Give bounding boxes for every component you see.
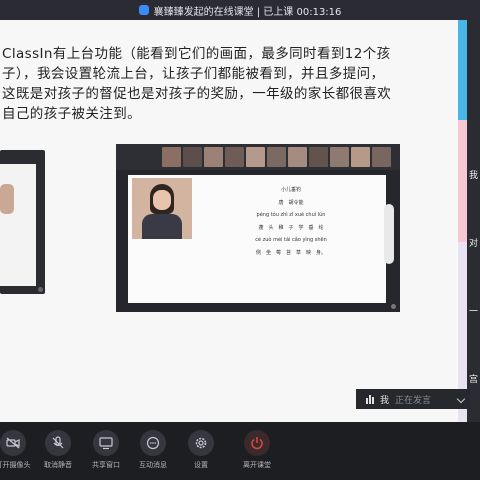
student-video-tile bbox=[330, 147, 349, 167]
poem-pinyin: cè zuò méi tái cǎo yìng shēn bbox=[255, 237, 327, 243]
poem-line: 侧 坐 莓 苔 草 映 身。 bbox=[255, 249, 326, 256]
slide-text: ClassIn有上台功能（能看到它们的画面，最多同时看到12个孩 子），我会设置… bbox=[2, 44, 442, 124]
chevron-down-icon bbox=[456, 394, 466, 404]
share-window-label: 共享窗口 bbox=[92, 461, 120, 469]
mute-button[interactable]: 取消静音 bbox=[33, 430, 83, 470]
student-video-tile bbox=[351, 147, 370, 167]
mute-button-label: 取消静音 bbox=[44, 461, 72, 469]
student-image bbox=[0, 184, 14, 214]
active-speaker-indicator[interactable]: 我 正在发言 bbox=[356, 389, 470, 409]
classroom-screenshot: 小儿垂钓 唐 胡令能 péng tóu zhì zǐ xué chuí lún … bbox=[116, 144, 400, 312]
camera-off-icon bbox=[0, 430, 26, 456]
corner-dot-icon bbox=[38, 287, 43, 292]
window-title: 襄臻臻发起的在线课堂 | 已上课 00:13:16 bbox=[153, 6, 342, 18]
phone-screenshot-thumbnail bbox=[0, 150, 45, 294]
poem-text: 小儿垂钓 唐 胡令能 péng tóu zhì zǐ xué chuí lún … bbox=[206, 184, 376, 259]
screen-share-icon bbox=[93, 430, 119, 456]
poem-pinyin: péng tóu zhì zǐ xué chuí lún bbox=[256, 212, 326, 218]
speaker-name: 我 bbox=[380, 395, 390, 406]
shared-slide: ClassIn有上台功能（能看到它们的画面，最多同时看到12个孩 子），我会设置… bbox=[0, 20, 458, 422]
student-video-strip bbox=[116, 144, 400, 170]
share-window-button[interactable]: 共享窗口 bbox=[81, 430, 131, 470]
chat-button-label: 互动消息 bbox=[139, 461, 167, 469]
edge-label: 一 bbox=[469, 307, 479, 317]
audio-level-icon bbox=[366, 394, 374, 404]
slide-line: 子），我会设置轮流上台，让孩子们都能被看到，并且多提问， bbox=[2, 66, 385, 82]
corner-dot-icon bbox=[391, 304, 396, 309]
edge-label: 对 bbox=[469, 239, 479, 249]
slide-line: ClassIn有上台功能（能看到它们的画面，最多同时看到12个孩 bbox=[2, 46, 391, 62]
screenshot-content bbox=[0, 164, 36, 286]
camera-app-icon bbox=[138, 5, 149, 15]
chat-button[interactable]: 互动消息 bbox=[128, 430, 178, 470]
student-video-tile bbox=[288, 147, 307, 167]
slide-line: 自己的孩子被关注到。 bbox=[2, 106, 141, 122]
edge-label: 宫 bbox=[469, 375, 479, 385]
student-video-tile bbox=[225, 147, 244, 167]
student-video-large bbox=[132, 178, 192, 239]
student-video-tile bbox=[246, 147, 265, 167]
right-edge-panel: 我 对 一 宫 bbox=[458, 20, 480, 422]
gear-icon bbox=[188, 430, 214, 456]
leave-class-label: 离开课堂 bbox=[243, 461, 271, 469]
settings-button-label: 设置 bbox=[194, 461, 208, 469]
poem-author: 唐 胡令能 bbox=[278, 199, 304, 206]
bottom-toolbar: 打开摄像头 取消静音 共享窗口 互动消息 设置 bbox=[0, 422, 480, 480]
student-video-tile bbox=[183, 147, 202, 167]
poem-line: 蓬 头 稚 子 学 垂 纶 bbox=[258, 224, 324, 231]
leave-class-button[interactable]: 离开课堂 bbox=[232, 430, 282, 470]
student-video-tile bbox=[162, 147, 181, 167]
power-icon bbox=[244, 430, 270, 456]
classroom-window: 襄臻臻发起的在线课堂 | 已上课 00:13:16 ClassIn有上台功能（能… bbox=[0, 0, 480, 480]
chat-icon bbox=[140, 430, 166, 456]
edge-label: 我 bbox=[469, 171, 479, 181]
student-video-tile bbox=[309, 147, 328, 167]
title-bar: 襄臻臻发起的在线课堂 | 已上课 00:13:16 bbox=[0, 0, 480, 20]
student-video-tile bbox=[267, 147, 286, 167]
student-video-tile bbox=[204, 147, 223, 167]
student-video-tile bbox=[372, 147, 391, 167]
speaker-status: 正在发言 bbox=[395, 395, 432, 406]
mic-off-icon bbox=[45, 430, 71, 456]
slide-line: 这既是对孩子的督促也是对孩子的奖励，一年级的家长都很喜欢 bbox=[2, 86, 392, 102]
settings-button[interactable]: 设置 bbox=[176, 430, 226, 470]
poem-title: 小儿垂钓 bbox=[280, 187, 301, 193]
whiteboard-toolbar bbox=[384, 204, 394, 264]
